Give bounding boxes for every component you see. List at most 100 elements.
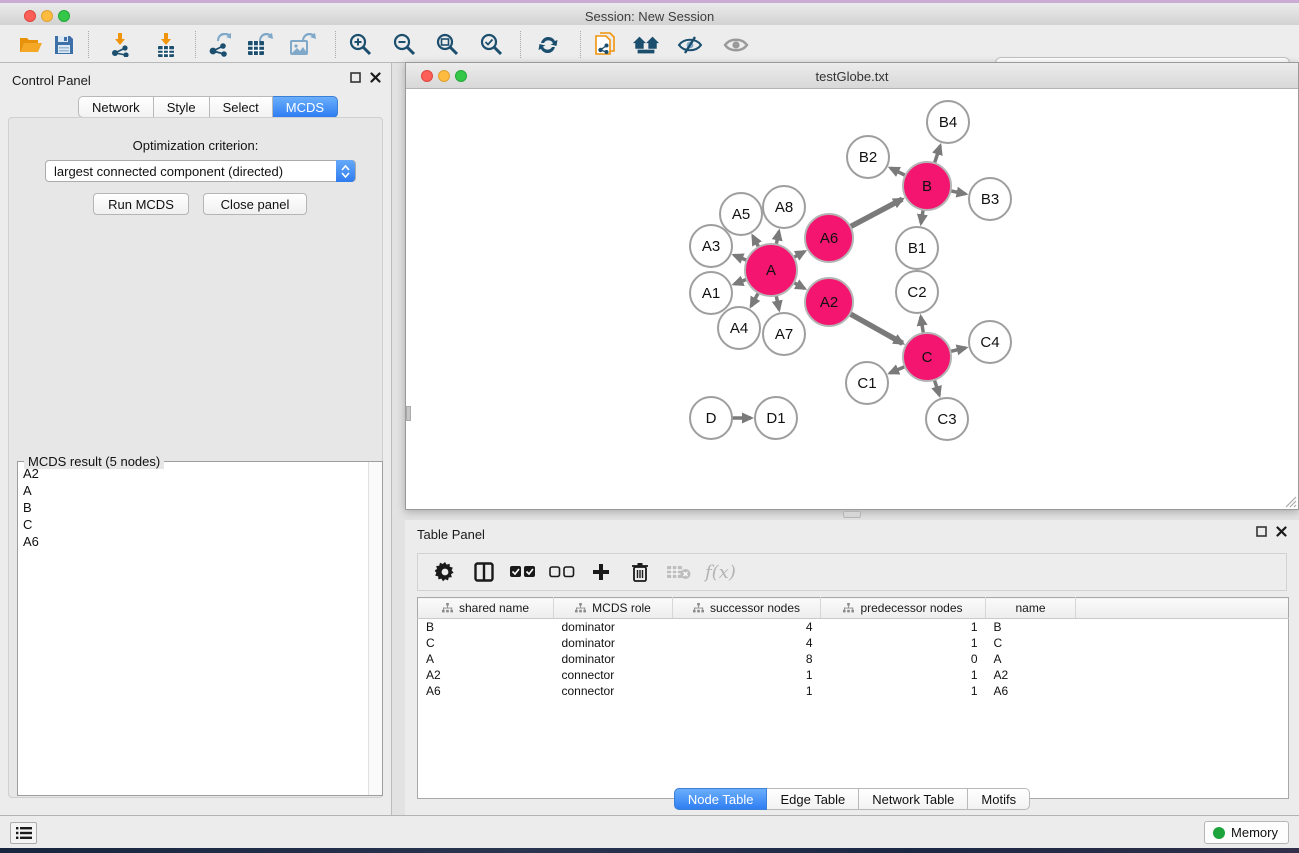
delete-column-trash-icon[interactable] bbox=[627, 559, 653, 585]
cell-predecessors[interactable]: 1 bbox=[821, 619, 986, 635]
cell-successors[interactable]: 1 bbox=[673, 683, 821, 699]
show-all-icon[interactable] bbox=[722, 33, 750, 57]
cell-shared_name[interactable]: B bbox=[418, 619, 554, 635]
graph-node-C3[interactable]: C3 bbox=[926, 398, 968, 440]
mcds-result-item[interactable]: C bbox=[19, 516, 367, 533]
open-folder-icon[interactable] bbox=[17, 33, 45, 57]
canvas-vscroll-thumb[interactable] bbox=[406, 406, 411, 421]
cell-successors[interactable]: 4 bbox=[673, 635, 821, 651]
save-icon[interactable] bbox=[50, 33, 78, 57]
cell-predecessors[interactable]: 0 bbox=[821, 651, 986, 667]
cell-mcds_role[interactable]: connector bbox=[554, 667, 673, 683]
home-icon[interactable] bbox=[632, 33, 660, 57]
export-network-icon[interactable] bbox=[205, 33, 233, 57]
tab-node-table[interactable]: Node Table bbox=[674, 788, 768, 810]
cell-name[interactable]: B bbox=[986, 619, 1076, 635]
tab-edge-table[interactable]: Edge Table bbox=[767, 788, 859, 810]
tab-style[interactable]: Style bbox=[154, 96, 210, 118]
resize-grip-icon[interactable] bbox=[1284, 495, 1297, 508]
run-mcds-button[interactable]: Run MCDS bbox=[93, 193, 189, 215]
graph-node-B1[interactable]: B1 bbox=[896, 227, 938, 269]
cell-name[interactable]: A bbox=[986, 651, 1076, 667]
graph-node-A7[interactable]: A7 bbox=[763, 313, 805, 355]
cell-mcds_role[interactable]: dominator bbox=[554, 651, 673, 667]
graph-node-D[interactable]: D bbox=[690, 397, 732, 439]
float-table-panel-icon[interactable] bbox=[1256, 526, 1267, 537]
split-pane-handle[interactable] bbox=[843, 511, 861, 518]
graph-node-C1[interactable]: C1 bbox=[846, 362, 888, 404]
deselect-all-icon[interactable] bbox=[549, 559, 575, 585]
zoom-in-icon[interactable] bbox=[347, 33, 375, 57]
close-panel-icon[interactable] bbox=[370, 72, 381, 83]
cell-successors[interactable]: 8 bbox=[673, 651, 821, 667]
import-network-icon[interactable] bbox=[106, 33, 134, 57]
table-settings-gear-icon[interactable] bbox=[432, 559, 458, 585]
graph-node-C4[interactable]: C4 bbox=[969, 321, 1011, 363]
graph-node-A8[interactable]: A8 bbox=[763, 186, 805, 228]
cell-shared_name[interactable]: A bbox=[418, 651, 554, 667]
add-column-icon[interactable] bbox=[588, 559, 614, 585]
cell-successors[interactable]: 1 bbox=[673, 667, 821, 683]
column-header-successor-nodes[interactable]: successor nodes bbox=[673, 598, 821, 619]
refresh-icon[interactable] bbox=[534, 33, 562, 57]
cell-name[interactable]: C bbox=[986, 635, 1076, 651]
cell-predecessors[interactable]: 1 bbox=[821, 667, 986, 683]
graph-node-A6[interactable]: A6 bbox=[805, 214, 853, 262]
graph-node-A1[interactable]: A1 bbox=[690, 272, 732, 314]
graph-node-A5[interactable]: A5 bbox=[720, 193, 762, 235]
select-all-icon[interactable] bbox=[510, 559, 536, 585]
export-image-icon[interactable] bbox=[289, 33, 317, 57]
zoom-out-icon[interactable] bbox=[391, 33, 419, 57]
graph-node-B4[interactable]: B4 bbox=[927, 101, 969, 143]
graph-node-A2[interactable]: A2 bbox=[805, 278, 853, 326]
hide-selected-icon[interactable] bbox=[676, 33, 704, 57]
graph-node-D1[interactable]: D1 bbox=[755, 397, 797, 439]
tab-motifs[interactable]: Motifs bbox=[968, 788, 1030, 810]
close-table-panel-icon[interactable] bbox=[1276, 526, 1287, 537]
export-table-icon[interactable] bbox=[246, 33, 274, 57]
task-history-button[interactable] bbox=[10, 822, 37, 844]
graph-node-A4[interactable]: A4 bbox=[718, 307, 760, 349]
cell-shared_name[interactable]: A6 bbox=[418, 683, 554, 699]
column-header-name[interactable]: name bbox=[986, 598, 1076, 619]
graph-node-B2[interactable]: B2 bbox=[847, 136, 889, 178]
tab-network[interactable]: Network bbox=[78, 96, 154, 118]
cell-mcds_role[interactable]: connector bbox=[554, 683, 673, 699]
zoom-selected-icon[interactable] bbox=[478, 33, 506, 57]
graph-node-B[interactable]: B bbox=[903, 162, 951, 210]
float-panel-icon[interactable] bbox=[350, 72, 361, 83]
graph-node-C2[interactable]: C2 bbox=[896, 271, 938, 313]
column-header-predecessor-nodes[interactable]: predecessor nodes bbox=[821, 598, 986, 619]
memory-button[interactable]: Memory bbox=[1204, 821, 1289, 844]
zoom-fit-icon[interactable] bbox=[434, 33, 462, 57]
cell-name[interactable]: A6 bbox=[986, 683, 1076, 699]
network-canvas[interactable]: B4 B2 B B3 A5A8A6 B1 A3 A C2 A1 A2 A4A7 C4 C C1 C3 D D1 bbox=[406, 89, 1298, 509]
network-graph[interactable]: B4 B2 B B3 A5A8A6 B1 A3 A C2 A1 A2 A4A7 C4 C C1 C3 D D1 bbox=[406, 89, 1298, 509]
graph-node-A[interactable]: A bbox=[745, 244, 797, 296]
import-table-icon[interactable] bbox=[152, 33, 180, 57]
column-visibility-icon[interactable] bbox=[471, 559, 497, 585]
cell-predecessors[interactable]: 1 bbox=[821, 635, 986, 651]
result-list-scrollbar[interactable] bbox=[368, 462, 382, 795]
tab-select[interactable]: Select bbox=[210, 96, 273, 118]
mcds-result-item[interactable]: A2 bbox=[19, 465, 367, 482]
mcds-result-item[interactable]: A6 bbox=[19, 533, 367, 550]
optimization-criterion-dropdown[interactable]: largest connected component (directed) bbox=[45, 160, 356, 182]
mcds-result-item[interactable]: B bbox=[19, 499, 367, 516]
column-header-MCDS-role[interactable]: MCDS role bbox=[554, 598, 673, 619]
cell-successors[interactable]: 4 bbox=[673, 619, 821, 635]
cell-predecessors[interactable]: 1 bbox=[821, 683, 986, 699]
mcds-result-item[interactable]: A bbox=[19, 482, 367, 499]
graph-node-B3[interactable]: B3 bbox=[969, 178, 1011, 220]
new-network-from-file-icon[interactable] bbox=[592, 33, 620, 57]
cell-mcds_role[interactable]: dominator bbox=[554, 619, 673, 635]
cell-name[interactable]: A2 bbox=[986, 667, 1076, 683]
tab-mcds[interactable]: MCDS bbox=[273, 96, 338, 118]
cell-shared_name[interactable]: C bbox=[418, 635, 554, 651]
tab-network-table[interactable]: Network Table bbox=[859, 788, 968, 810]
column-header-shared-name[interactable]: shared name bbox=[418, 598, 554, 619]
graph-node-A3[interactable]: A3 bbox=[690, 225, 732, 267]
graph-node-C[interactable]: C bbox=[903, 333, 951, 381]
cell-mcds_role[interactable]: dominator bbox=[554, 635, 673, 651]
cell-shared_name[interactable]: A2 bbox=[418, 667, 554, 683]
